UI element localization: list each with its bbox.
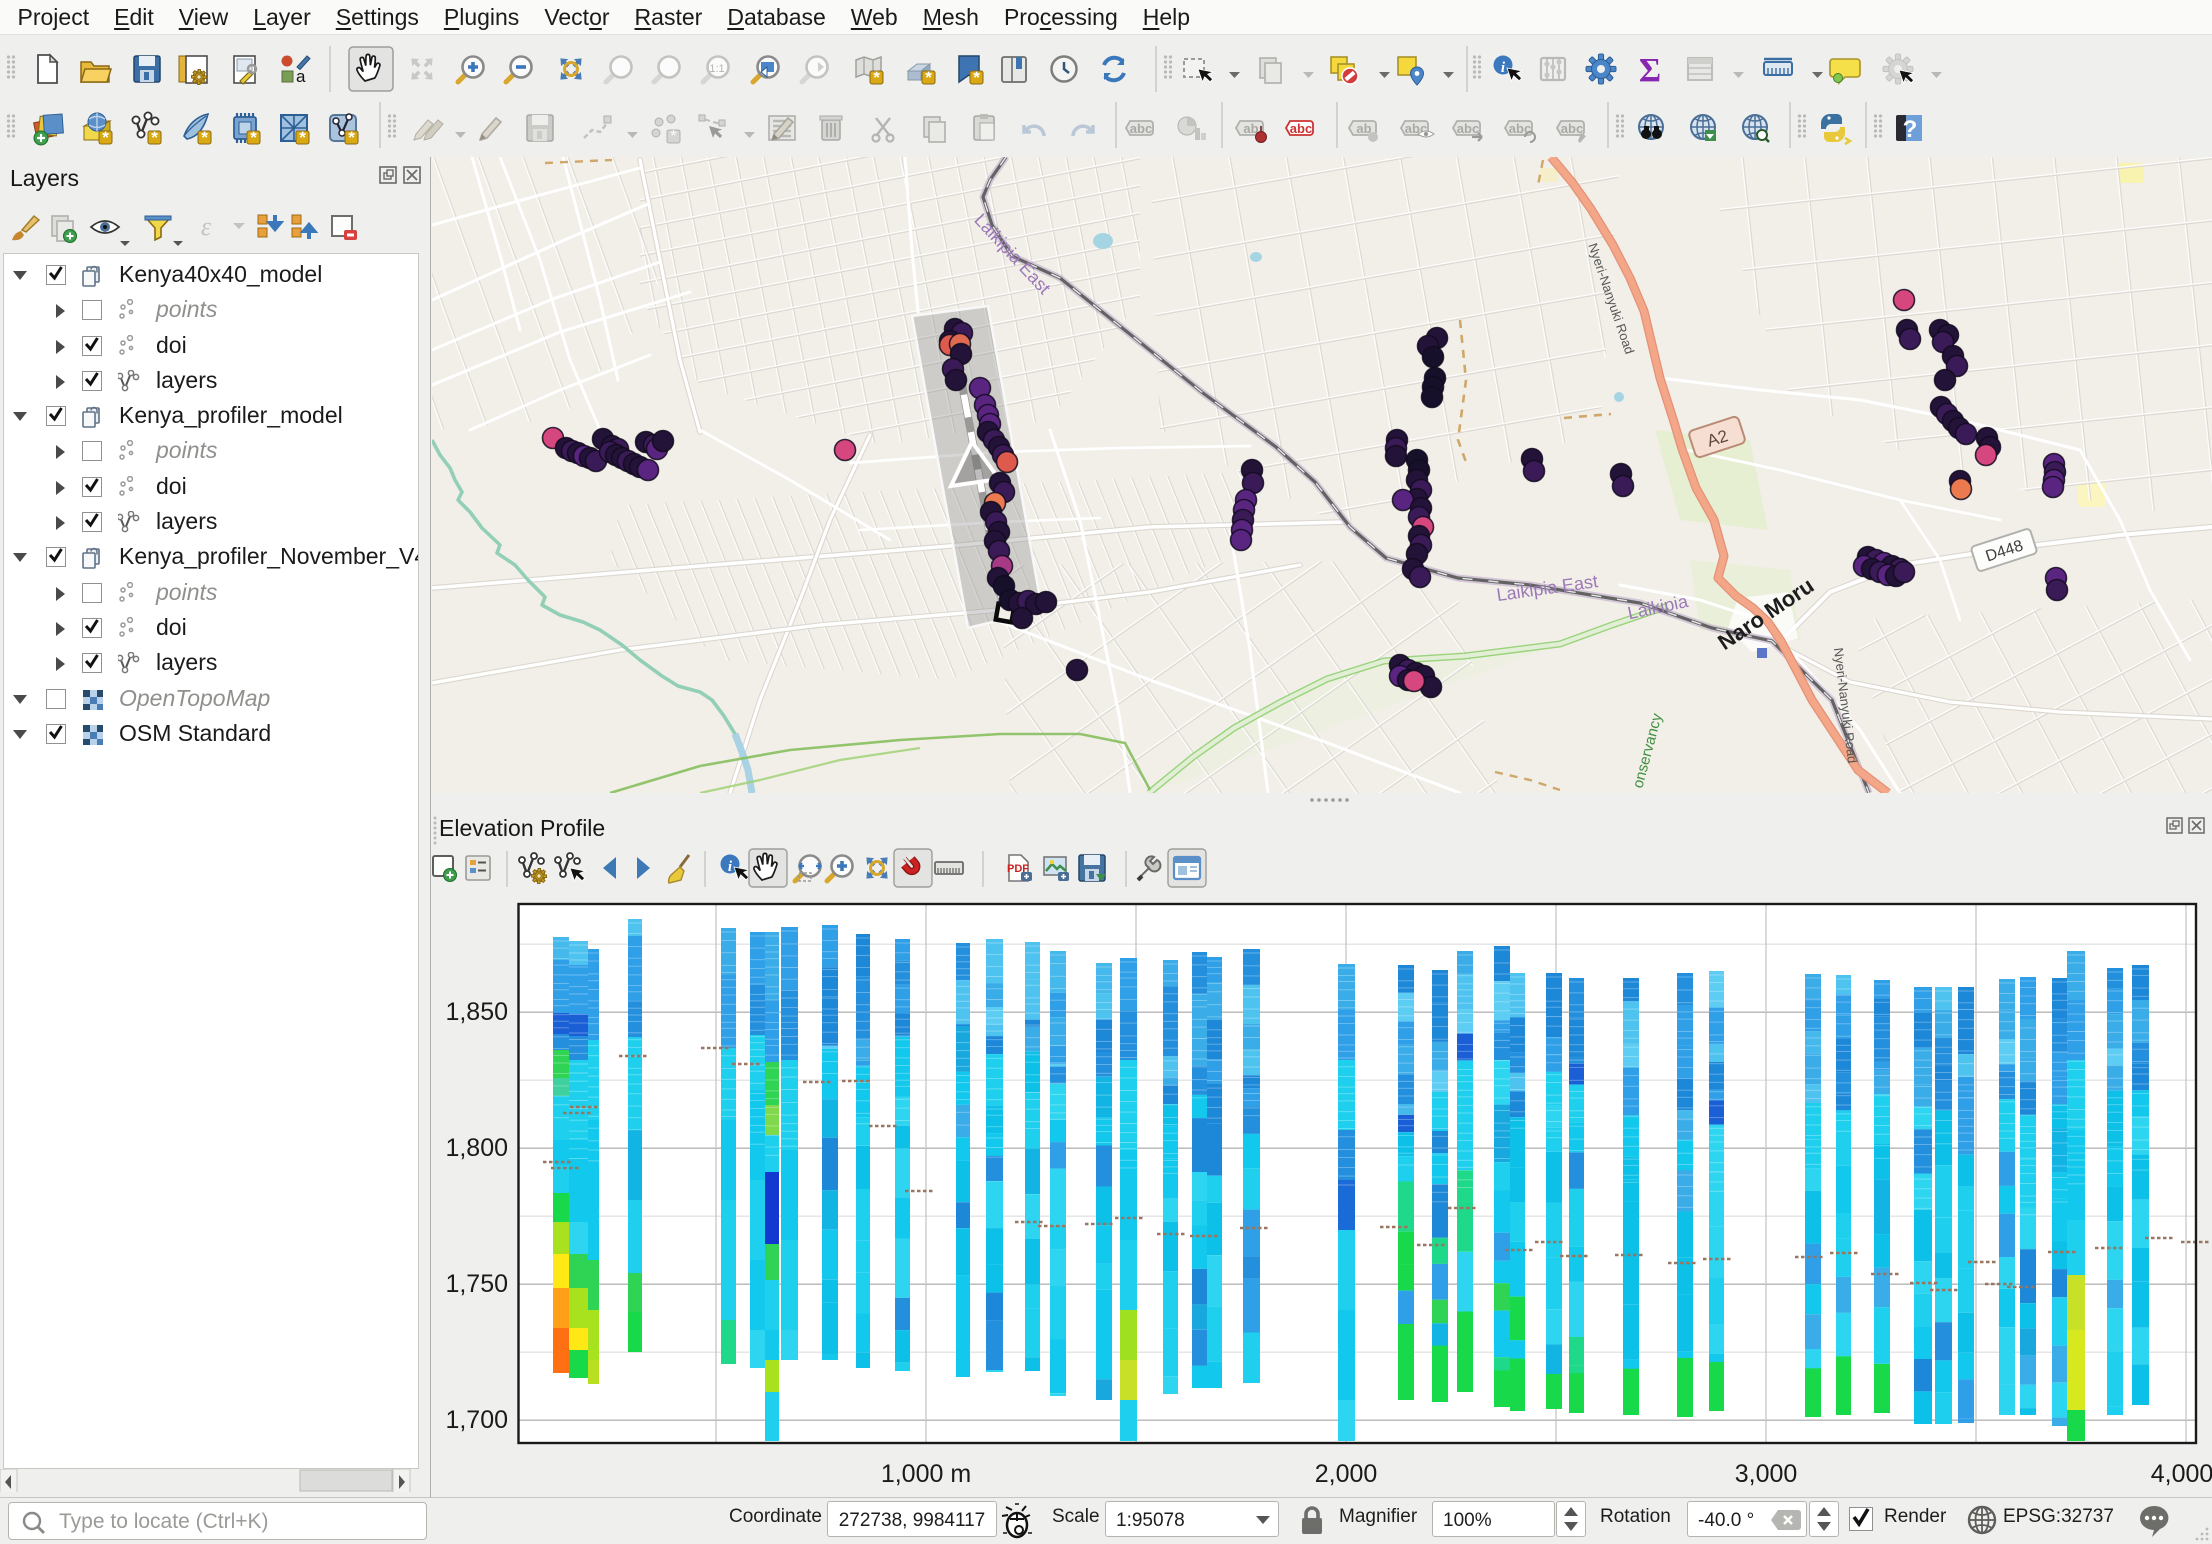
svg-text:*: * — [250, 128, 257, 147]
svg-text:abc: abc — [1290, 121, 1312, 136]
svg-text:*: * — [348, 128, 355, 147]
svg-text:2,000: 2,000 — [1315, 1460, 1378, 1488]
svg-text:*: * — [299, 128, 306, 147]
svg-text:*: * — [925, 68, 932, 87]
svg-text:*: * — [873, 68, 880, 87]
svg-text:*: * — [102, 128, 109, 147]
svg-text:Σ: Σ — [1639, 52, 1661, 89]
svg-text:*: * — [201, 128, 208, 147]
svg-text:*: * — [151, 128, 158, 147]
svg-text:1,700: 1,700 — [445, 1406, 508, 1434]
svg-text:1,750: 1,750 — [445, 1270, 508, 1298]
svg-text:abc: abc — [1130, 121, 1152, 136]
svg-text:1,000 m: 1,000 m — [881, 1460, 971, 1488]
svg-text:4,000: 4,000 — [2151, 1460, 2212, 1488]
svg-text:*: * — [670, 128, 676, 145]
svg-text:3,000: 3,000 — [1735, 1460, 1798, 1488]
svg-text:ε: ε — [201, 212, 212, 241]
svg-text:abc: abc — [1509, 121, 1531, 136]
svg-text:*: * — [973, 68, 980, 87]
svg-text:abc: abc — [1457, 121, 1479, 136]
svg-text:abc: abc — [1561, 121, 1583, 136]
svg-text:1,800: 1,800 — [445, 1134, 508, 1162]
svg-text:?: ? — [1903, 116, 1918, 143]
svg-text:1,850: 1,850 — [445, 998, 508, 1026]
svg-text:1:1: 1:1 — [709, 63, 724, 75]
svg-text:a: a — [296, 67, 306, 86]
